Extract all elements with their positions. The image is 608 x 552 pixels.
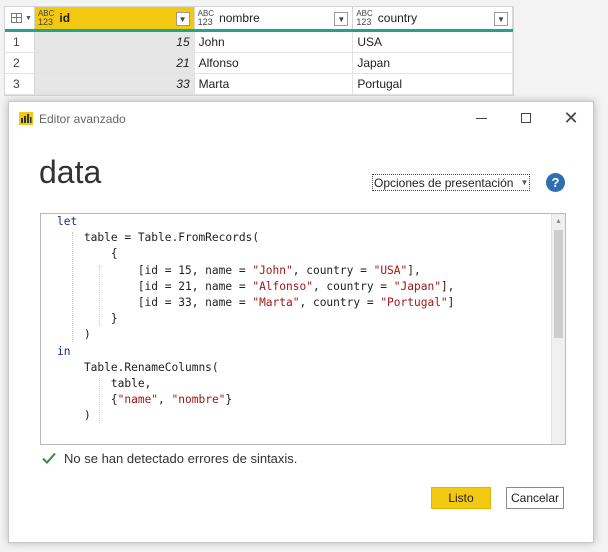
table-icon [11,13,22,23]
close-icon: ✕ [563,107,579,128]
maximize-button[interactable] [516,108,536,128]
table-row[interactable]: 2 21 Alfonso Japan [5,53,514,74]
code-line[interactable]: Table.RenameColumns( [57,360,219,376]
code-line[interactable]: [id = 33, name = "Marta", country = "Por… [57,295,455,311]
chevron-down-icon: ▼ [25,15,32,22]
column-header-nombre[interactable]: ABC 123 nombre ▼ [195,7,354,29]
code-line[interactable]: [id = 15, name = "John", country = "USA"… [57,263,421,279]
column-name: nombre [219,11,260,25]
minimize-button[interactable] [471,108,491,128]
code-line[interactable]: table, [57,376,151,392]
cell-nombre[interactable]: John [195,32,354,52]
table-row[interactable]: 1 15 John USA [5,32,514,53]
code-area[interactable]: let table = Table.FromRecords( { [id = 1… [41,214,551,444]
dialog-titlebar[interactable]: Editor avanzado ✕ [9,102,593,134]
row-number: 3 [5,74,35,94]
display-options-dropdown[interactable]: Opciones de presentación ▼ [372,174,530,191]
code-line[interactable]: in [57,344,70,360]
minimize-icon [475,117,487,119]
column-name: country [377,11,418,25]
check-icon [42,452,56,464]
filter-dropdown-icon[interactable]: ▼ [175,12,190,26]
close-button[interactable]: ✕ [561,108,581,128]
cell-country[interactable]: Portugal [353,74,514,94]
cell-id[interactable]: 15 [34,32,195,52]
table-menu-button[interactable]: ▼ [5,7,35,29]
code-line[interactable]: [id = 21, name = "Alfonso", country = "J… [57,279,455,295]
query-name-title: data [39,154,102,190]
dialog-title: Editor avanzado [39,112,126,126]
cancel-button[interactable]: Cancelar [506,487,564,509]
row-number: 1 [5,32,35,52]
code-editor[interactable]: let table = Table.FromRecords( { [id = 1… [40,213,566,445]
scrollbar-thumb[interactable] [554,230,563,338]
column-header-country[interactable]: ABC 123 country ▼ [353,7,513,29]
column-header-id[interactable]: ABC 123 id ▼ [34,7,195,29]
cell-id[interactable]: 33 [34,74,195,94]
scroll-up-icon[interactable]: ▲ [555,218,562,225]
indent-guide [72,232,74,342]
maximize-icon [521,113,531,123]
chevron-down-icon: ▼ [520,178,529,187]
filter-dropdown-icon[interactable]: ▼ [494,12,508,26]
cell-nombre[interactable]: Marta [195,74,354,94]
cell-nombre[interactable]: Alfonso [195,53,354,73]
type-any-icon[interactable]: ABC 123 [198,10,214,27]
table-row[interactable]: 3 33 Marta Portugal [5,74,514,95]
advanced-editor-dialog: Editor avanzado ✕ data Opciones de prese… [8,101,594,543]
done-button[interactable]: Listo [431,487,491,509]
code-line[interactable]: table = Table.FromRecords( [57,230,259,246]
display-options-label: Opciones de presentación [374,175,514,190]
code-line[interactable]: { [57,246,118,262]
code-line[interactable]: {"name", "nombre"} [57,392,232,408]
data-preview-grid: ▼ ABC 123 id ▼ ABC 123 nombre ▼ ABC 123 … [4,6,514,96]
row-number: 2 [5,53,35,73]
status-text: No se han detectado errores de sintaxis. [64,450,298,466]
vertical-scrollbar[interactable]: ▲ [551,214,565,444]
power-bi-logo-icon [19,112,33,125]
type-any-icon[interactable]: ABC 123 [356,10,372,27]
code-line[interactable]: ) [57,327,91,343]
type-any-icon[interactable]: ABC 123 [38,10,54,27]
indent-guide [99,264,101,326]
column-name: id [59,11,71,25]
code-line[interactable]: } [57,311,118,327]
cell-id[interactable]: 21 [34,53,195,73]
syntax-status: No se han detectado errores de sintaxis. [41,450,297,466]
code-line[interactable]: ) [57,408,91,424]
help-icon[interactable]: ? [546,173,565,192]
filter-dropdown-icon[interactable]: ▼ [334,12,349,26]
grid-header: ▼ ABC 123 id ▼ ABC 123 nombre ▼ ABC 123 … [5,7,513,32]
cell-country[interactable]: Japan [353,53,514,73]
code-line[interactable]: let [57,214,77,230]
indent-guide [99,378,101,423]
cell-country[interactable]: USA [353,32,514,52]
